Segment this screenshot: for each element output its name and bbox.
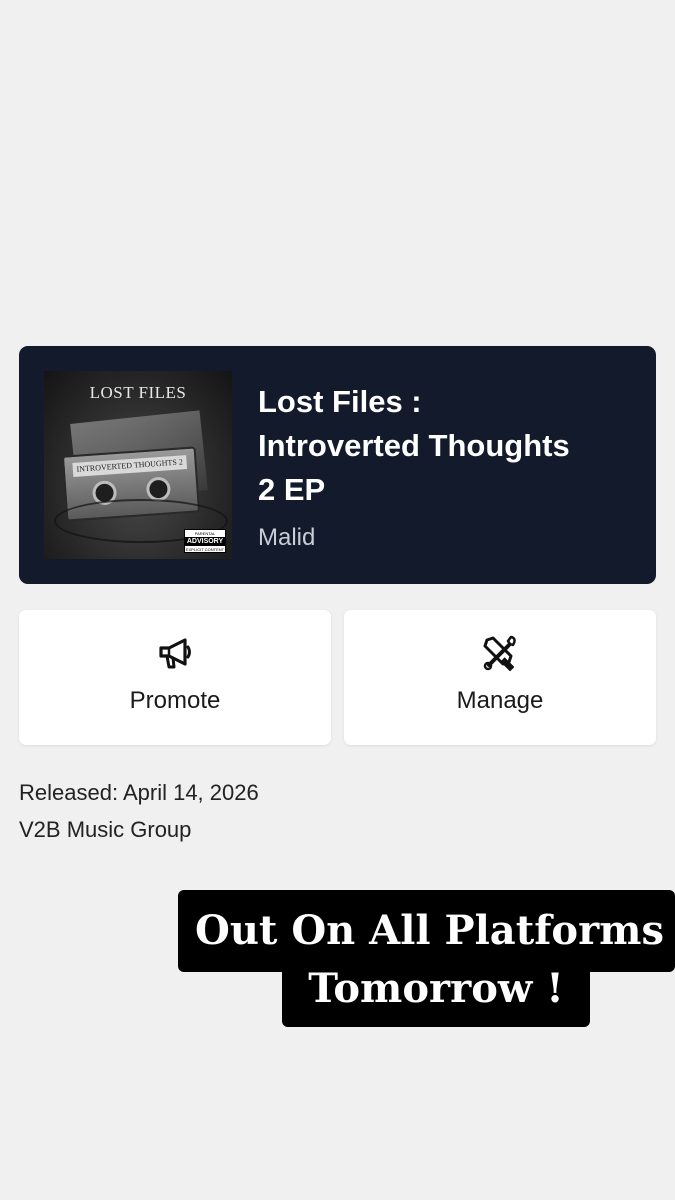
cassette-reel-right: [145, 476, 172, 502]
megaphone-icon: [159, 638, 191, 669]
promote-button[interactable]: Promote: [19, 610, 331, 745]
release-title-line: Lost Files :: [258, 384, 422, 419]
promote-label: Promote: [129, 687, 221, 714]
release-title-line: Introverted Thoughts: [258, 428, 570, 463]
release-title: Lost Files : Introverted Thoughts 2 EP: [258, 380, 628, 512]
promo-text-line-2: Tomorrow !: [282, 962, 590, 1027]
release-date: Released: April 14, 2026: [19, 780, 259, 805]
tools-icon: [483, 635, 516, 671]
release-title-line: 2 EP: [258, 472, 326, 507]
album-cover: LOST FILES INTROVERTED THOUGHTS 2 PARENT…: [44, 371, 232, 559]
release-card[interactable]: LOST FILES INTROVERTED THOUGHTS 2 PARENT…: [19, 346, 656, 584]
promo-text-line-1: Out On All Platforms: [178, 890, 675, 972]
manage-button[interactable]: Manage: [344, 610, 656, 745]
manage-label: Manage: [456, 687, 544, 714]
cassette-label: INTROVERTED THOUGHTS 2: [72, 455, 188, 478]
parental-advisory-logo: PARENTAL ADVISORY EXPLICIT CONTENT: [184, 529, 226, 553]
cover-title: LOST FILES: [89, 383, 187, 402]
artist-name: Malid: [258, 524, 316, 551]
record-label: V2B Music Group: [19, 817, 192, 842]
